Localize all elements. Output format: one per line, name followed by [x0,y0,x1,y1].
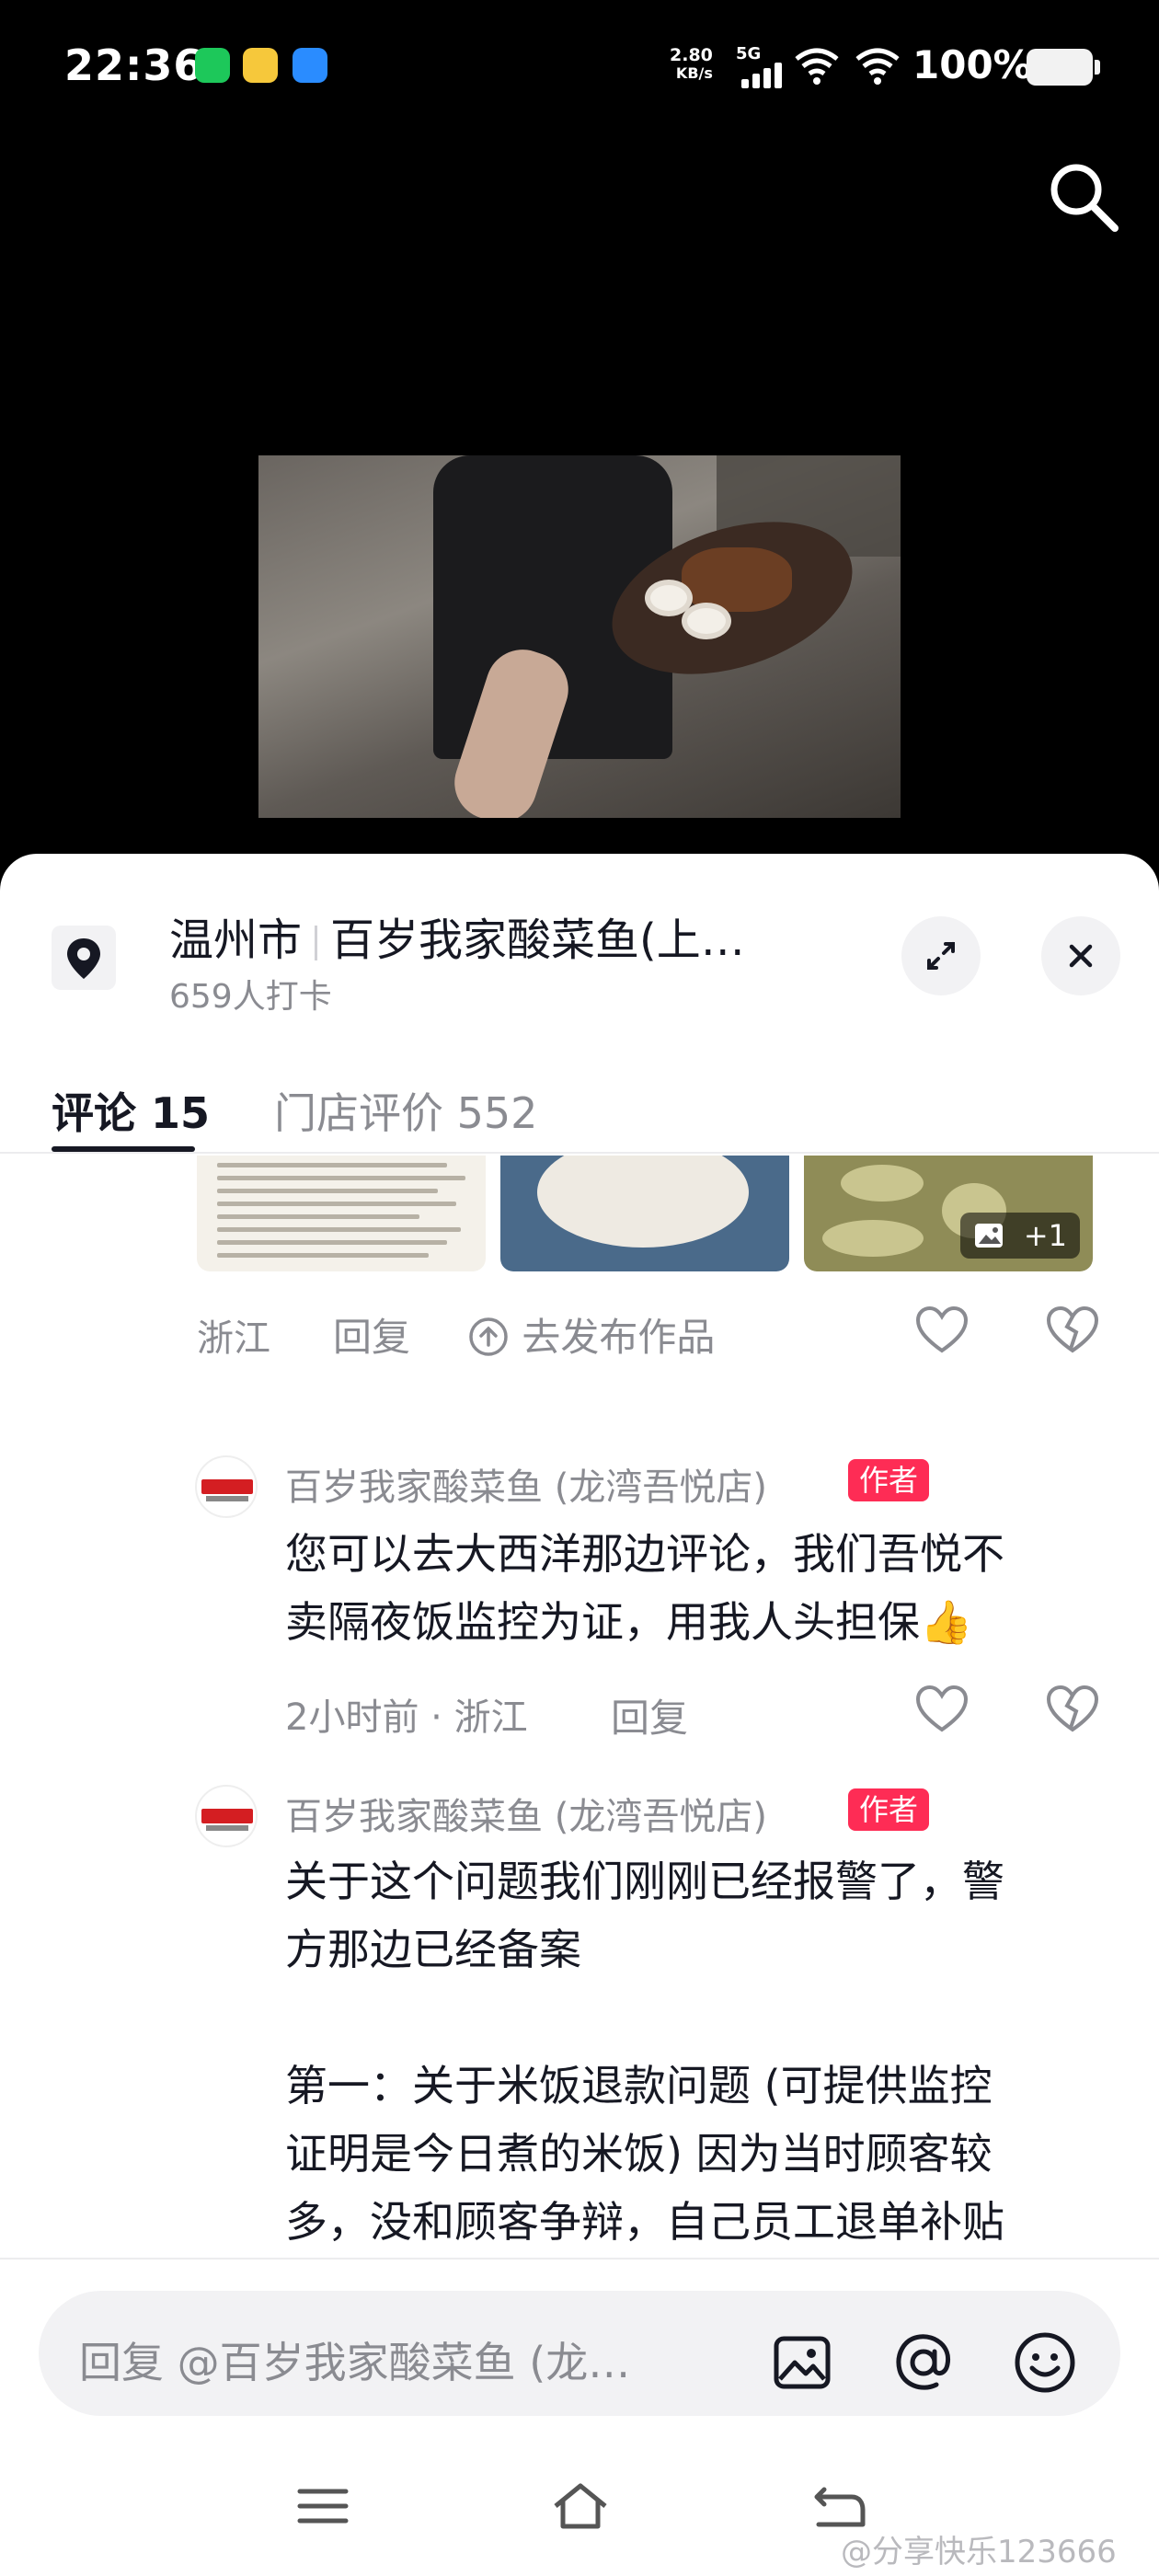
comment-region: 浙江 [197,1317,270,1360]
home-icon[interactable] [548,2478,613,2534]
reply-input-placeholder: 回复 @百岁我家酸菜鱼 (龙… [79,2338,631,2387]
reply-text: 关于这个问题我们刚刚已经报警了，警 方那边已经备案 第一：关于米饭退款问题 (可… [285,1847,1113,2256]
author-badge: 作者 [848,1788,930,1831]
cloud-app-icon [293,48,327,83]
reply-text-line: 方那边已经备案 [285,1925,581,1974]
reply-text-line: 第一：关于米饭退款问题 (可提供监控 [285,2061,993,2110]
location-title[interactable]: 温州市 百岁我家酸菜鱼(上… [169,903,745,968]
expand-icon [927,942,955,970]
reply-time: 2小时前 · 浙江 [285,1696,528,1739]
more-images-badge[interactable]: +1 [960,1213,1080,1259]
location-store: 百岁我家酸菜鱼(上… [330,914,745,966]
avatar[interactable] [195,1785,258,1847]
menu-icon[interactable] [291,2478,355,2534]
video-food [682,547,792,612]
weibo-app-icon [243,48,278,83]
close-icon [1069,944,1093,968]
signal-bars-icon [741,61,787,88]
reply-author-name[interactable]: 百岁我家酸菜鱼 (龙湾吾悦店) [285,1787,767,1840]
wifi-icon-2 [855,48,900,85]
reply-author-name[interactable]: 百岁我家酸菜鱼 (龙湾吾悦店) [285,1457,767,1511]
reply-text: 您可以去大西洋那边评论，我们吾悦不 卖隔夜饭监控为证，用我人头担保👍 [285,1520,1113,1656]
video-player[interactable] [258,455,901,818]
comment-image[interactable] [197,1156,486,1271]
more-images-count: +1 [1023,1218,1067,1253]
watermark: @分享快乐123666 [841,2534,1117,2570]
reply-text-line: 多，没和顾客争辩，自己员工退单补贴 [285,2197,1004,2247]
at-icon[interactable] [889,2328,958,2398]
dislike-icon[interactable] [1045,1305,1100,1356]
net-speed: 2.80 KB/s [670,46,713,83]
reply-button[interactable]: 回复 [611,1687,688,1743]
emoji-icon[interactable] [1010,2328,1080,2398]
net-speed-value: 2.80 [670,45,713,65]
reply-input[interactable]: 回复 @百岁我家酸菜鱼 (龙… [39,2291,1120,2416]
heart-icon[interactable] [914,1305,970,1356]
publish-work-button[interactable]: 去发布作品 [467,1306,715,1363]
reply-text-line: 卖隔夜饭监控为证，用我人头担保👍 [285,1597,973,1647]
location-pin-icon [52,926,116,990]
reply-button[interactable]: 回复 [333,1306,410,1363]
checkin-count: 659人打卡 [169,978,332,1016]
reply-text-line: 证明是今日煮的米饭) 因为当时顾客较 [285,2129,993,2179]
comment-image[interactable]: +1 [804,1156,1093,1271]
battery-icon [1027,49,1100,86]
back-icon[interactable] [806,2478,870,2534]
status-time: 22:36 [64,40,204,90]
publish-work-label: 去发布作品 [522,1315,716,1360]
reply-text-line: 您可以去大西洋那边评论，我们吾悦不 [285,1529,1004,1579]
heart-icon[interactable] [914,1684,970,1735]
video-sauce-dish [682,603,731,639]
reply-text-line [285,1984,1113,2052]
battery-percent: 100% [912,42,1032,87]
tab-store-reviews[interactable]: 门店评价 552 [274,1080,537,1141]
close-button[interactable] [1041,916,1120,995]
comment-image-grid: +1 [197,1156,1117,1275]
search-icon[interactable] [1045,158,1122,236]
wifi-icon [795,48,839,85]
tab-bar: 评论 15 门店评价 552 [0,1056,1159,1154]
active-tab-indicator [52,1146,195,1152]
dislike-icon[interactable] [1045,1684,1100,1735]
reply-text-line: 关于这个问题我们刚刚已经报警了，警 [285,1857,1004,1906]
message-app-icon [195,48,230,83]
location-city: 温州市 [169,914,303,966]
author-badge: 作者 [848,1459,930,1501]
tab-comments[interactable]: 评论 15 [52,1080,210,1141]
avatar[interactable] [195,1455,258,1518]
image-icon[interactable] [767,2328,837,2398]
image-icon [975,1224,1003,1248]
net-speed-unit: KB/s [675,64,713,82]
expand-button[interactable] [901,916,981,995]
share-icon [469,1317,508,1356]
status-bar: 22:36 2.80 KB/s 5G 100% [0,0,1159,138]
comment-image[interactable] [500,1156,789,1271]
